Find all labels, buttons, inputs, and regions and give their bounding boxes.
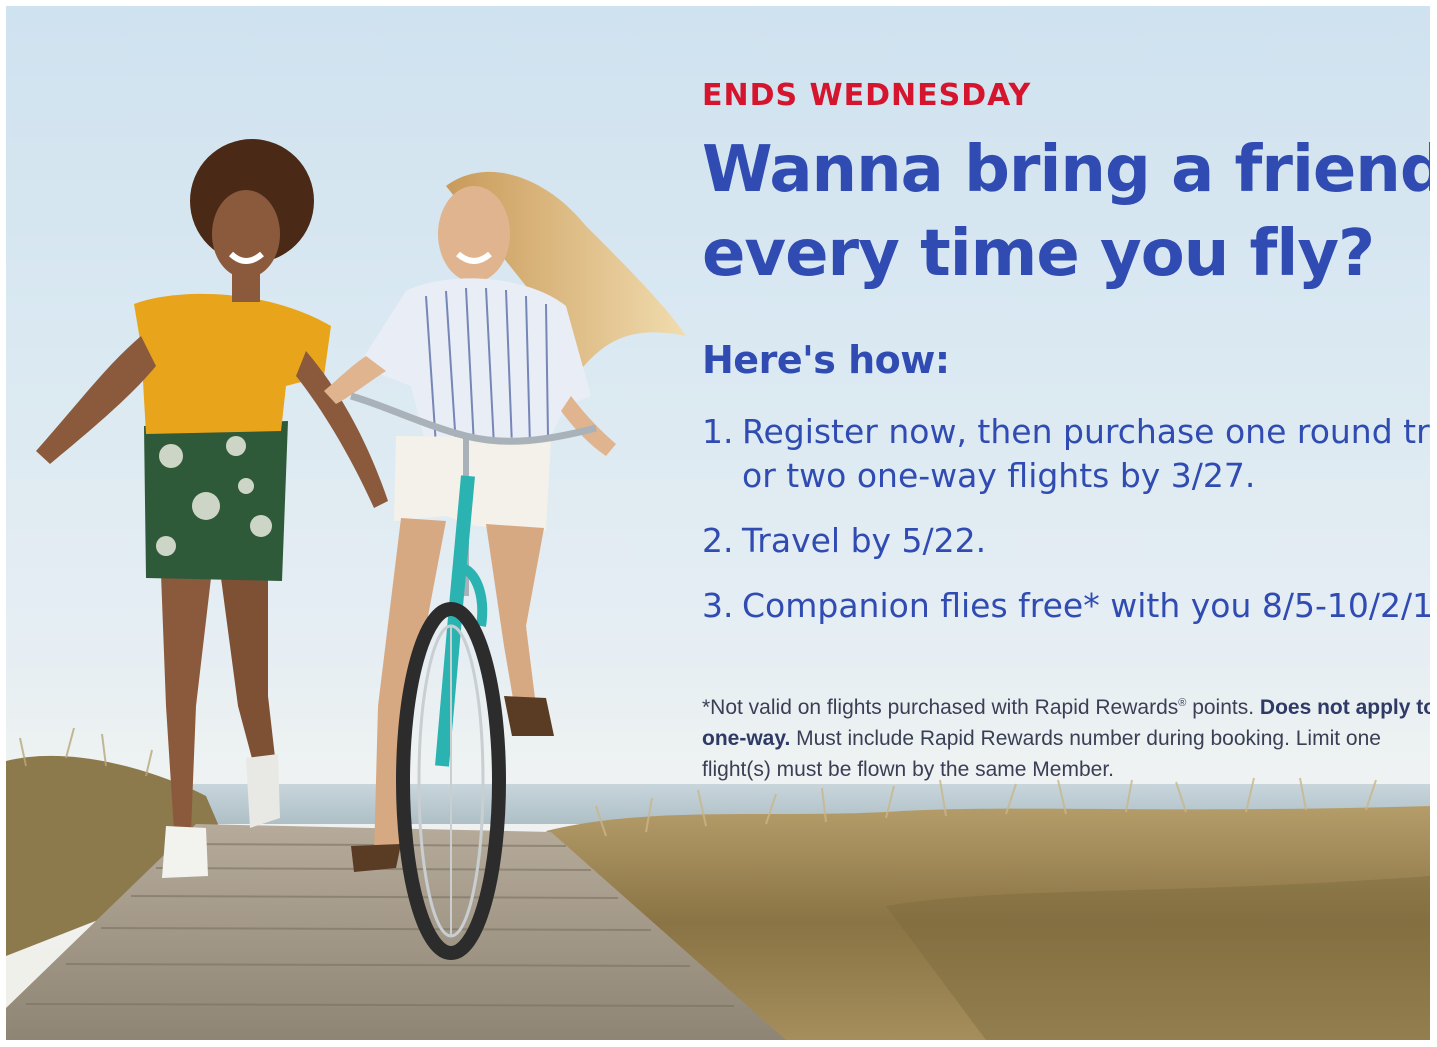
step-number: 1. <box>702 412 734 451</box>
step-number: 3. <box>702 586 734 625</box>
fine-print-line-1: *Not valid on flights purchased with Rap… <box>702 688 1430 723</box>
fine-print-text: points. <box>1186 696 1260 719</box>
fine-print-line-3: flight(s) must be flown by the same Memb… <box>702 758 1114 781</box>
headline-line-1: Wanna bring a friend <box>702 133 1430 207</box>
woman-right-shirt <box>358 278 591 446</box>
step-item: 2. Travel by 5/22. <box>702 519 1430 563</box>
promo-eyebrow: ENDS WEDNESDAY <box>702 78 1032 113</box>
headline-line-2: every time you fly? <box>702 217 1375 291</box>
step-text: Register now, then purchase one round tr… <box>742 412 1430 451</box>
step-number: 2. <box>702 521 734 560</box>
fine-print-text: *Not valid on flights purchased with Rap… <box>702 696 1179 719</box>
fine-print-text: Must include Rapid Rewards number during… <box>790 727 1381 750</box>
step-text: Travel by 5/22. <box>742 521 987 560</box>
fine-print-line-2: one-way. Must include Rapid Rewards numb… <box>702 723 1430 754</box>
promo-banner[interactable]: ENDS WEDNESDAY Wanna bring a friend ever… <box>6 6 1430 1040</box>
step-item: 1. Register now, then purchase one round… <box>702 410 1430 498</box>
promo-headline: Wanna bring a friend every time you fly? <box>702 128 1430 296</box>
page-frame: ENDS WEDNESDAY Wanna bring a friend ever… <box>0 0 1437 1047</box>
step-text: Companion flies free* with you 8/5-10/2/… <box>742 586 1430 625</box>
step-item: 3. Companion flies free* with you 8/5-10… <box>702 584 1430 628</box>
fine-print-bold: Does not apply to <box>1259 696 1430 719</box>
fine-print-bold: one-way. <box>702 727 791 750</box>
steps-list: 1. Register now, then purchase one round… <box>702 410 1430 649</box>
how-to-subhead: Here's how: <box>702 338 950 382</box>
step-text-continued: or two one-way flights by 3/27. <box>742 456 1256 495</box>
fine-print: *Not valid on flights purchased with Rap… <box>702 688 1430 785</box>
